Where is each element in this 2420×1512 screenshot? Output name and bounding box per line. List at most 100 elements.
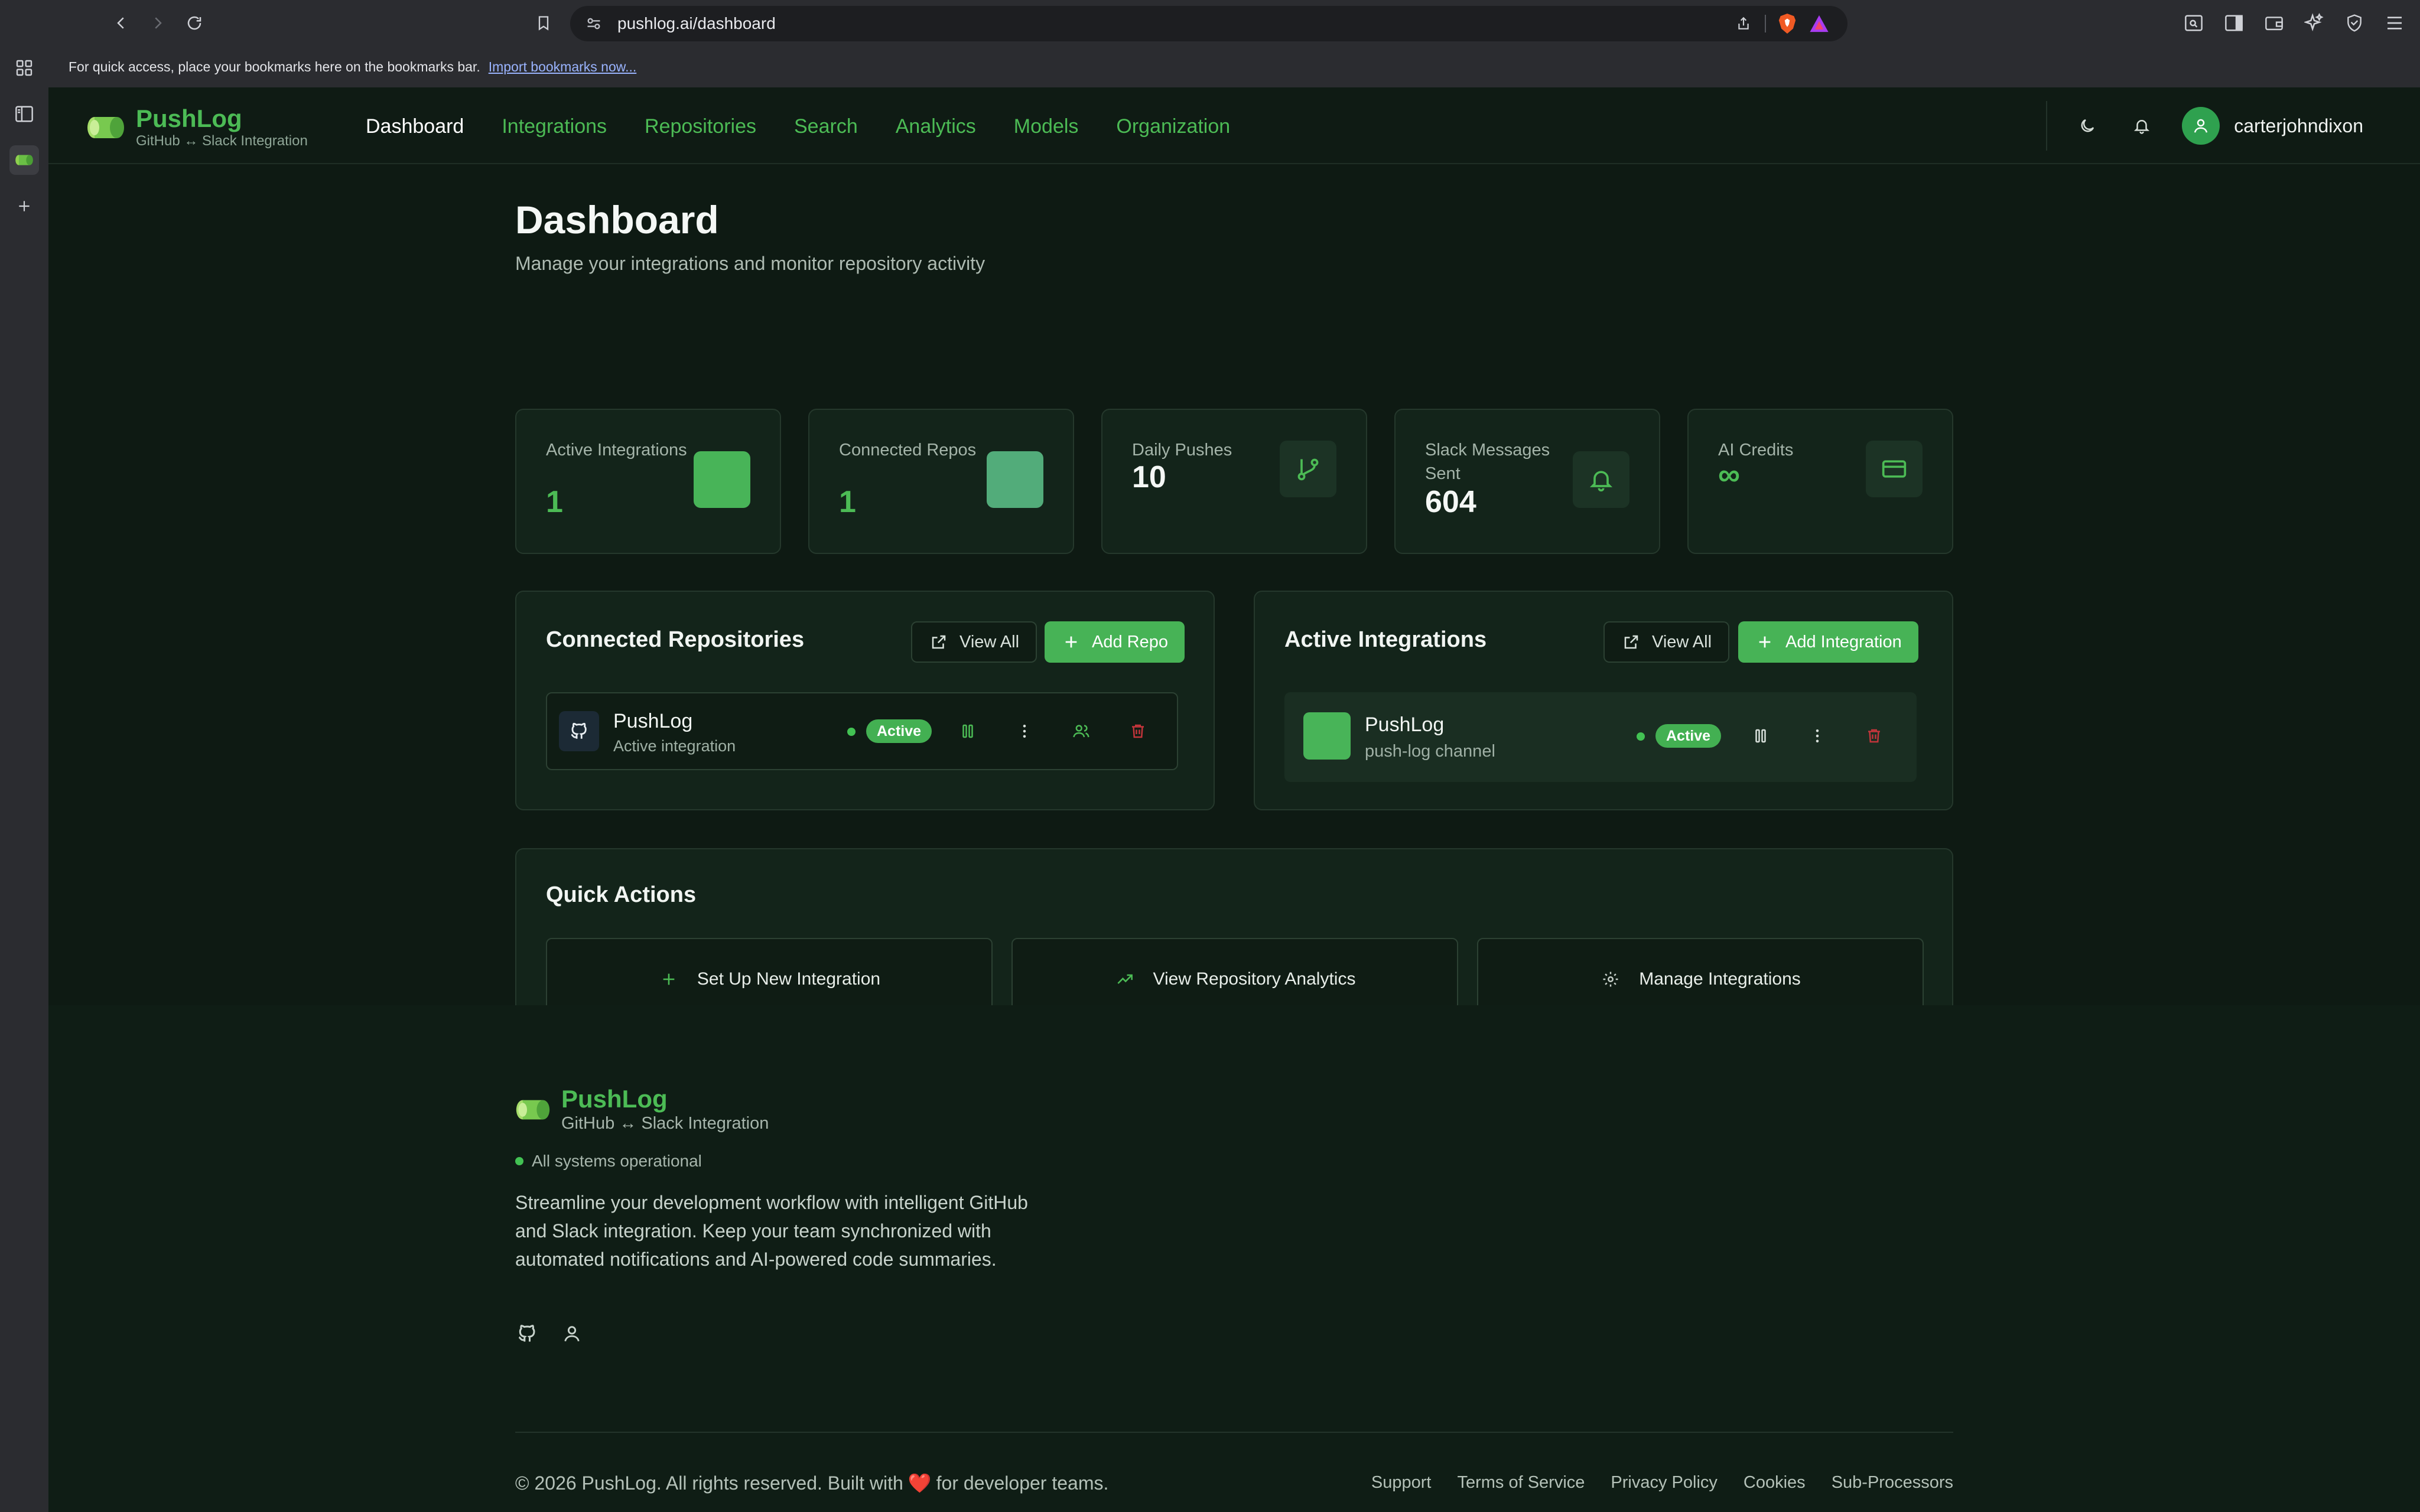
- footer-links: Support Terms of Service Privacy Policy …: [1371, 1473, 1953, 1493]
- pushlog-logo-icon: [516, 1100, 550, 1120]
- add-integration-button[interactable]: Add Integration: [1738, 621, 1918, 663]
- integrations-view-all-button[interactable]: View All: [1603, 621, 1730, 663]
- bell-icon: [1573, 451, 1629, 508]
- more-options-button[interactable]: [1804, 723, 1830, 749]
- system-status-text: All systems operational: [532, 1152, 702, 1170]
- vpn-shield-icon[interactable]: [2341, 9, 2368, 37]
- footer-link-support[interactable]: Support: [1371, 1473, 1432, 1493]
- button-label: Manage Integrations: [1639, 969, 1801, 989]
- pause-button[interactable]: [1748, 723, 1774, 749]
- stat-value: 1: [546, 485, 563, 519]
- site-settings-icon[interactable]: [582, 12, 606, 35]
- pushlog-logo-icon: [87, 117, 124, 138]
- brand-tagline: GitHub ↔ Slack Integration: [136, 133, 308, 149]
- pause-button[interactable]: [955, 718, 981, 744]
- pause-icon: [1755, 729, 1766, 743]
- nav-analytics[interactable]: Analytics: [896, 110, 976, 143]
- tab-grid-icon[interactable]: [9, 53, 39, 83]
- stat-card-slack-messages: Slack Messages Sent 604: [1394, 409, 1660, 554]
- app-header: PushLog GitHub ↔ Slack Integration Dashb…: [48, 87, 2420, 164]
- brand[interactable]: PushLog GitHub ↔ Slack Integration: [86, 105, 308, 150]
- chevron-right-icon: [155, 17, 162, 29]
- bell-icon: [2134, 120, 2150, 134]
- add-repo-button[interactable]: Add Repo: [1045, 621, 1185, 663]
- nav-integrations[interactable]: Integrations: [502, 110, 607, 143]
- new-tab-icon[interactable]: [9, 191, 39, 221]
- footer-link-cookies[interactable]: Cookies: [1744, 1473, 1806, 1493]
- button-label: Add Integration: [1785, 632, 1902, 651]
- footer-link-terms[interactable]: Terms of Service: [1457, 1473, 1585, 1493]
- forward-button[interactable]: [143, 8, 173, 38]
- button-label: Set Up New Integration: [697, 969, 881, 989]
- status-badge: Active: [1655, 724, 1722, 748]
- browser-toolbar: pushlog.ai/dashboard: [0, 0, 2420, 46]
- import-bookmarks-link[interactable]: Import bookmarks now...: [489, 59, 637, 75]
- panel-title: Active Integrations: [1284, 627, 1487, 652]
- stat-value: 1: [839, 485, 856, 519]
- button-label: View Repository Analytics: [1153, 969, 1356, 989]
- nav-dashboard[interactable]: Dashboard: [366, 110, 464, 143]
- footer: PushLog GitHub ↔ Slack Integration All s…: [48, 1005, 2420, 1512]
- back-button[interactable]: [106, 8, 136, 38]
- nav-models[interactable]: Models: [1014, 110, 1079, 143]
- browser-sidebar: [0, 46, 48, 1512]
- bookmarks-message: For quick access, place your bookmarks h…: [69, 58, 480, 74]
- stat-label: Daily Pushes: [1132, 441, 1232, 460]
- nav-organization[interactable]: Organization: [1116, 110, 1230, 143]
- notifications-button[interactable]: [2128, 112, 2156, 140]
- stat-card-connected-repos: Connected Repos 1: [808, 409, 1074, 554]
- menu-icon[interactable]: [2381, 9, 2408, 37]
- members-button[interactable]: [1068, 718, 1094, 744]
- sidebar-panel-icon[interactable]: [9, 99, 39, 129]
- repos-view-all-button[interactable]: View All: [911, 621, 1037, 663]
- brave-shields-icon[interactable]: [1777, 13, 1798, 34]
- more-options-button[interactable]: [1011, 718, 1037, 744]
- bookmark-page-button[interactable]: [529, 8, 558, 38]
- users-icon: [1073, 725, 1089, 738]
- wallet-icon[interactable]: [2260, 9, 2288, 37]
- active-integrations-panel: Active Integrations View All Add Integra…: [1254, 591, 1953, 810]
- more-vertical-icon: [1816, 729, 1819, 742]
- page-title: Dashboard: [515, 198, 719, 242]
- delete-repo-button[interactable]: [1125, 718, 1151, 744]
- integration-row[interactable]: PushLog push-log channel Active: [1284, 692, 1917, 782]
- status-dot: [847, 728, 856, 736]
- tab-search-icon[interactable]: [2180, 9, 2207, 37]
- repo-row[interactable]: PushLog Active integration Active: [546, 692, 1178, 770]
- chevron-left-icon: [117, 17, 124, 29]
- sidebar-toggle-icon[interactable]: [2220, 9, 2247, 37]
- bookmark-icon: [538, 16, 549, 31]
- address-bar[interactable]: pushlog.ai/dashboard: [570, 6, 1847, 41]
- footer-brand[interactable]: PushLog GitHub ↔ Slack Integration: [515, 1086, 769, 1134]
- footer-description: Streamline your development workflow wit…: [515, 1192, 1028, 1270]
- main-nav: Dashboard Integrations Repositories Sear…: [366, 110, 1268, 143]
- footer-divider: [515, 1432, 1953, 1433]
- delete-integration-button[interactable]: [1861, 723, 1887, 749]
- footer-link-privacy[interactable]: Privacy Policy: [1611, 1473, 1718, 1493]
- footer-brand-tagline: GitHub ↔ Slack Integration: [561, 1114, 769, 1133]
- url-separator: [1765, 15, 1766, 32]
- gear-icon: [1600, 969, 1621, 990]
- nav-repositories[interactable]: Repositories: [645, 110, 756, 143]
- profile-link[interactable]: [560, 1322, 584, 1345]
- username[interactable]: carterjohndixon: [2234, 115, 2363, 137]
- theme-toggle-button[interactable]: [2073, 112, 2102, 140]
- pushlog-tab-icon[interactable]: [9, 145, 39, 175]
- leo-ai-icon[interactable]: [2301, 9, 2328, 37]
- avatar[interactable]: [2182, 107, 2220, 145]
- github-link[interactable]: [515, 1322, 539, 1345]
- reload-button[interactable]: [180, 8, 209, 38]
- trending-up-icon: [1114, 969, 1136, 990]
- button-label: Add Repo: [1092, 632, 1168, 651]
- stat-value: 604: [1425, 485, 1476, 519]
- system-status[interactable]: All systems operational: [515, 1152, 702, 1171]
- bookmarks-bar: For quick access, place your bookmarks h…: [48, 46, 2420, 87]
- external-link-icon: [929, 632, 949, 652]
- stats-row: Active Integrations 1 Connected Repos 1 …: [515, 409, 1953, 554]
- pause-icon: [962, 724, 973, 738]
- brave-rewards-icon[interactable]: [1809, 13, 1830, 34]
- nav-search[interactable]: Search: [794, 110, 858, 143]
- panel-title: Quick Actions: [546, 882, 697, 907]
- share-icon[interactable]: [1733, 13, 1754, 34]
- footer-link-subprocessors[interactable]: Sub-Processors: [1832, 1473, 1953, 1493]
